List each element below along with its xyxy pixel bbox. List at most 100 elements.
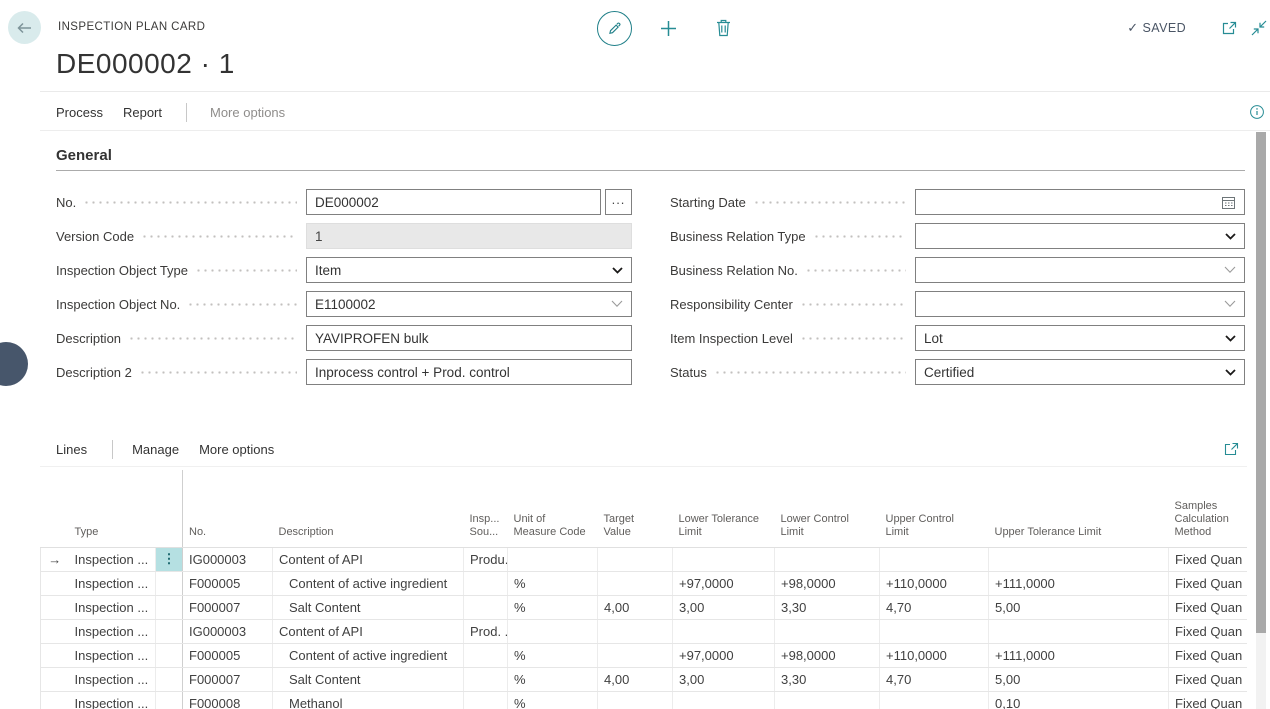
cell-no[interactable]: F000005 — [183, 571, 273, 595]
cell-ltl[interactable]: 3,00 — [673, 667, 775, 691]
cell-samples[interactable]: Fixed Quan — [1169, 619, 1248, 643]
cell-lcl[interactable]: 3,30 — [775, 595, 880, 619]
cell-uom[interactable]: % — [508, 571, 598, 595]
cell-lcl[interactable] — [775, 547, 880, 571]
column-header-lcl[interactable]: Lower Control Limit — [775, 470, 880, 547]
cell-opts[interactable] — [156, 667, 183, 691]
cell-lcl[interactable] — [775, 691, 880, 709]
cell-type[interactable]: Inspection ... — [69, 667, 156, 691]
menu-item-report[interactable]: Report — [123, 105, 162, 120]
cell-type[interactable]: Inspection ... — [69, 691, 156, 709]
column-header-desc[interactable]: Description — [273, 470, 464, 547]
cell-opts[interactable]: ⋮ — [156, 547, 183, 571]
cell-lcl[interactable]: +98,0000 — [775, 571, 880, 595]
starting-date-input[interactable] — [915, 189, 1245, 215]
cell-lcl[interactable] — [775, 619, 880, 643]
cell-utl[interactable]: +111,0000 — [989, 643, 1169, 667]
lines-tab[interactable]: Lines — [56, 442, 87, 457]
lines-menu-more-options[interactable]: More options — [199, 442, 274, 457]
cell-src[interactable] — [464, 667, 508, 691]
cell-type[interactable]: Inspection ... — [69, 619, 156, 643]
cell-gutter[interactable] — [41, 643, 69, 667]
column-header-ucl[interactable]: Upper Control Limit — [880, 470, 989, 547]
cell-desc[interactable]: Content of API — [273, 619, 464, 643]
item-inspection-level-select[interactable]: Lot — [915, 325, 1245, 351]
business-relation-no-lookup[interactable] — [915, 257, 1245, 283]
cell-target[interactable] — [598, 571, 673, 595]
delete-button[interactable] — [715, 18, 732, 37]
side-panel-handle[interactable] — [0, 342, 28, 386]
cell-no[interactable]: F000007 — [183, 667, 273, 691]
column-header-src[interactable]: Insp... Sou... — [464, 470, 508, 547]
info-button[interactable] — [1249, 104, 1265, 120]
cell-gutter[interactable] — [41, 595, 69, 619]
cell-type[interactable]: Inspection ... — [69, 595, 156, 619]
cell-target[interactable] — [598, 691, 673, 709]
cell-opts[interactable] — [156, 619, 183, 643]
cell-lcl[interactable]: 3,30 — [775, 667, 880, 691]
cell-desc[interactable]: Methanol — [273, 691, 464, 709]
cell-desc[interactable]: Content of API — [273, 547, 464, 571]
menu-item-more-options[interactable]: More options — [210, 105, 285, 120]
responsibility-center-lookup[interactable] — [915, 291, 1245, 317]
resize-button[interactable] — [1251, 20, 1267, 36]
cell-opts[interactable] — [156, 691, 183, 709]
back-button[interactable] — [8, 11, 41, 44]
calendar-icon[interactable] — [1221, 195, 1236, 210]
cell-utl[interactable]: 5,00 — [989, 595, 1169, 619]
inspection-object-no-lookup[interactable]: E1100002 — [306, 291, 632, 317]
cell-no[interactable]: IG000003 — [183, 619, 273, 643]
cell-target[interactable] — [598, 619, 673, 643]
business-relation-type-select[interactable] — [915, 223, 1245, 249]
cell-src[interactable] — [464, 595, 508, 619]
cell-target[interactable] — [598, 643, 673, 667]
vertical-scrollbar[interactable] — [1256, 132, 1266, 709]
cell-opts[interactable] — [156, 571, 183, 595]
column-header-ltl[interactable]: Lower Tolerance Limit — [673, 470, 775, 547]
assist-edit-button[interactable]: ... — [605, 189, 632, 215]
cell-samples[interactable]: Fixed Quan — [1169, 643, 1248, 667]
edit-button[interactable] — [597, 11, 632, 46]
column-header-utl[interactable]: Upper Tolerance Limit — [989, 470, 1169, 547]
status-select[interactable]: Certified — [915, 359, 1245, 385]
cell-ucl[interactable] — [880, 619, 989, 643]
cell-desc[interactable]: Content of active ingredient — [273, 571, 464, 595]
cell-type[interactable]: Inspection ... — [69, 547, 156, 571]
cell-samples[interactable]: Fixed Quan — [1169, 595, 1248, 619]
cell-no[interactable]: F000005 — [183, 643, 273, 667]
cell-ltl[interactable]: +97,0000 — [673, 643, 775, 667]
cell-type[interactable]: Inspection ... — [69, 571, 156, 595]
share-window-button[interactable] — [1221, 20, 1238, 36]
cell-ltl[interactable] — [673, 691, 775, 709]
scrollbar-thumb[interactable] — [1256, 132, 1266, 633]
cell-utl[interactable]: +111,0000 — [989, 571, 1169, 595]
column-header-no[interactable]: No. — [183, 470, 273, 547]
cell-ltl[interactable]: 3,00 — [673, 595, 775, 619]
cell-uom[interactable]: % — [508, 595, 598, 619]
cell-no[interactable]: F000008 — [183, 691, 273, 709]
cell-no[interactable]: F000007 — [183, 595, 273, 619]
no-input[interactable] — [306, 189, 601, 215]
cell-src[interactable] — [464, 691, 508, 709]
cell-gutter[interactable] — [41, 691, 69, 709]
cell-src[interactable]: Prod. ... — [464, 619, 508, 643]
cell-gutter[interactable]: → — [41, 547, 69, 571]
cell-ltl[interactable] — [673, 547, 775, 571]
cell-uom[interactable]: % — [508, 667, 598, 691]
cell-gutter[interactable] — [41, 619, 69, 643]
cell-opts[interactable] — [156, 643, 183, 667]
column-header-type[interactable]: Type — [69, 470, 156, 547]
cell-target[interactable]: 4,00 — [598, 667, 673, 691]
cell-src[interactable]: Produ... — [464, 547, 508, 571]
column-header-uom[interactable]: Unit of Measure Code — [508, 470, 598, 547]
cell-utl[interactable] — [989, 619, 1169, 643]
lines-menu-manage[interactable]: Manage — [132, 442, 179, 457]
cell-ucl[interactable] — [880, 691, 989, 709]
cell-lcl[interactable]: +98,0000 — [775, 643, 880, 667]
cell-ltl[interactable]: +97,0000 — [673, 571, 775, 595]
row-options-icon[interactable]: ⋮ — [163, 551, 176, 566]
cell-samples[interactable]: Fixed Quan — [1169, 547, 1248, 571]
cell-target[interactable] — [598, 547, 673, 571]
menu-item-process[interactable]: Process — [56, 105, 103, 120]
cell-desc[interactable]: Salt Content — [273, 667, 464, 691]
